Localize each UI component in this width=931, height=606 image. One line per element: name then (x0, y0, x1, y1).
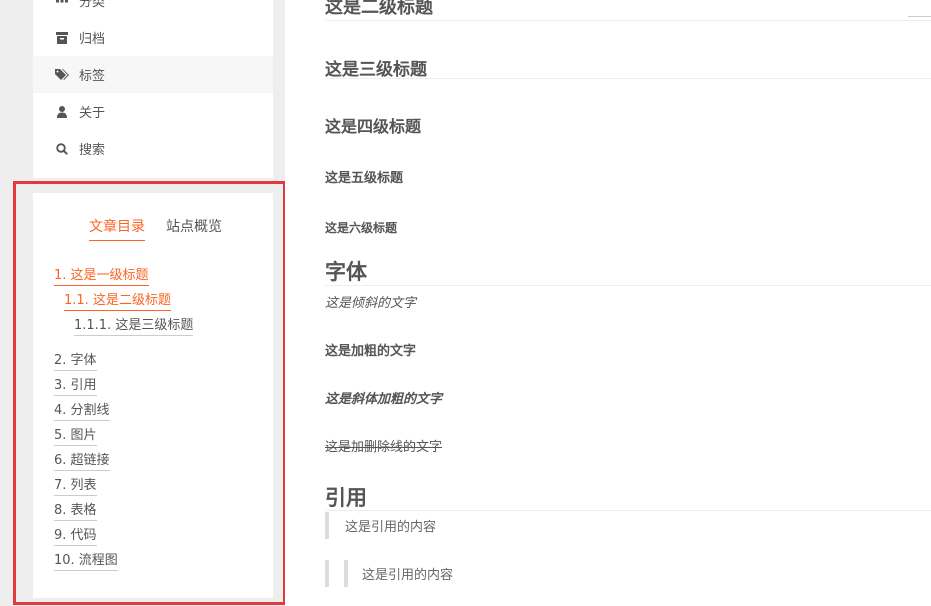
strikethrough-text: 这是加删除线的文字 (325, 440, 443, 455)
blockquote-text: 这是引用的内容 (345, 520, 437, 535)
sidebar-menu: 分类 归档 标签 关于 搜索 (33, 0, 273, 178)
user-icon (54, 105, 70, 118)
heading-h5: 这是五级标题 (325, 170, 404, 185)
nested-blockquote: 这是引用的内容 (325, 560, 453, 587)
heading-h3: 这是三级标题 (325, 60, 427, 79)
menu-item-label: 标签 (79, 69, 106, 84)
menu-item-label: 搜索 (79, 143, 106, 158)
heading-quote: 引用 (325, 487, 367, 510)
highlight-frame (13, 181, 286, 605)
bold-text: 这是加粗的文字 (325, 344, 417, 359)
menu-item-categories[interactable]: 分类 (33, 0, 273, 19)
tags-icon (54, 68, 70, 81)
heading-fonts: 字体 (325, 261, 367, 284)
menu-item-label: 关于 (79, 106, 106, 121)
heading-underline (325, 78, 931, 79)
menu-item-label: 归档 (79, 32, 106, 47)
heading-underline (325, 20, 931, 21)
heading-h6: 这是六级标题 (325, 221, 398, 235)
menu-item-about[interactable]: 关于 (33, 93, 273, 130)
post-content: 这是二级标题 这是三级标题 这是四级标题 这是五级标题 这是六级标题 字体 这是… (285, 0, 931, 606)
menu-item-tags[interactable]: 标签 (33, 56, 273, 93)
search-icon (54, 142, 70, 155)
menu-item-search[interactable]: 搜索 (33, 130, 273, 167)
archive-icon (54, 31, 70, 44)
italic-text: 这是倾斜的文字 (325, 296, 417, 311)
menu-item-archives[interactable]: 归档 (33, 19, 273, 56)
heading-h2: 这是二级标题 (325, 0, 433, 17)
heading-underline (325, 285, 931, 286)
blockquote-text: 这是引用的内容 (362, 568, 454, 583)
heading-h4: 这是四级标题 (325, 119, 422, 136)
menu-item-label: 分类 (79, 0, 106, 10)
divider (908, 16, 931, 17)
heading-underline (325, 510, 931, 511)
grid-icon (54, 0, 70, 7)
bold-italic-text: 这是斜体加粗的文字 (325, 392, 443, 407)
blockquote-inner: 这是引用的内容 (344, 560, 453, 587)
blockquote: 这是引用的内容 (325, 512, 436, 539)
